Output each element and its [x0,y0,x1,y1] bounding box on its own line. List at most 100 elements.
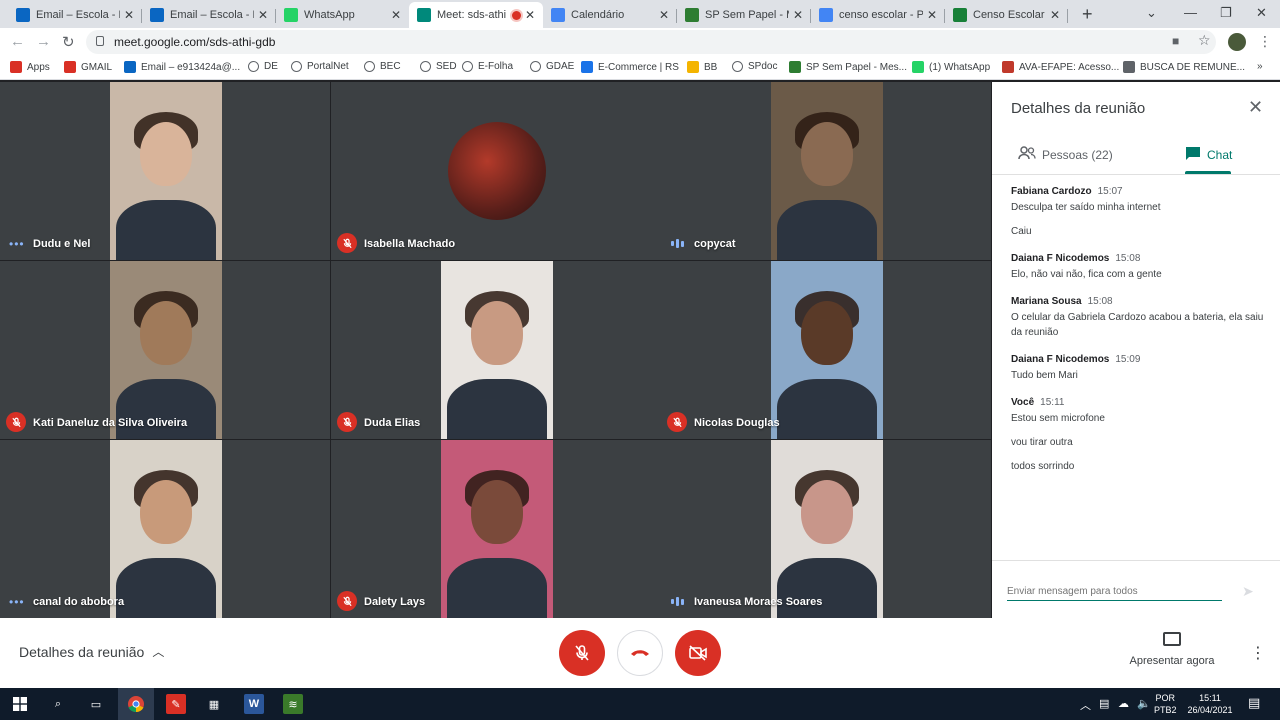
bookmark-item[interactable]: Email – e913424a@... [124,61,240,73]
close-tab-icon[interactable]: ✕ [793,8,803,22]
bookmark-item[interactable]: DE [248,61,278,72]
wifi-icon[interactable]: ☁ [1118,697,1129,710]
bookmark-item[interactable]: AVA-EFAPE: Acesso... [1002,61,1119,73]
close-tab-icon[interactable]: ✕ [659,8,669,22]
bookmark-item[interactable]: SP Sem Papel - Mes... [789,61,907,73]
participant-tile[interactable]: ••• canal do abobora [0,440,330,618]
present-now-button[interactable]: Apresentar agora [1125,632,1219,667]
bookmark-item[interactable]: SPdoc [732,61,777,72]
browser-tab[interactable]: Email – Escola - Elia ✕ [142,2,276,28]
bookmark-label: SPdoc [748,61,778,72]
bookmark-item[interactable]: Apps [10,61,50,73]
close-tab-icon[interactable]: ✕ [258,8,268,22]
bookmark-item[interactable]: BEC [364,61,401,72]
participant-tile[interactable]: Isabella Machado [331,82,661,260]
apps-grid-icon [10,61,22,73]
bookmark-item[interactable]: BB [687,61,717,73]
chrome-taskbar-icon[interactable] [118,688,154,720]
message-text: Elo, não vai não, fica com a gente [1011,269,1162,280]
bookmark-item[interactable]: GDAE [530,61,574,72]
bookmark-item[interactable]: (1) WhatsApp [912,61,990,73]
bookmark-item[interactable]: E-Folha [462,61,513,72]
browser-tab[interactable]: Calendário ✕ [543,2,677,28]
participant-tile[interactable]: ••• Dudu e Nel [0,82,330,260]
search-icon[interactable]: ⌕ [48,694,68,714]
close-window-button[interactable]: ✕ [1256,5,1267,21]
tab-strip: + ⌄ — ❐ ✕ Email – Escola - Elia✕Email – … [0,0,1280,28]
bookmark-item[interactable]: GMAIL [64,61,112,73]
maximize-button[interactable]: ❐ [1220,5,1232,21]
chat-messages: Fabiana Cardozo 15:07 Desculpa ter saído m… [1011,186,1266,488]
calculator-icon[interactable]: ▦ [204,694,224,714]
bookmark-item[interactable]: E-Commerce | RS [581,61,679,73]
meeting-details-button[interactable]: Detalhes da reunião ︿ [19,643,164,660]
bookmark-item[interactable]: BUSCA DE REMUNE... [1123,61,1245,73]
participant-body [116,558,216,618]
participant-tile[interactable]: Kati Daneluz da Silva Oliveira [0,261,330,439]
chat-input[interactable] [1007,583,1222,601]
keyboard-language[interactable]: POR PTB2 [1154,692,1177,716]
bookmark-item[interactable]: SED [420,61,457,72]
task-view-icon[interactable]: ▭ [86,694,106,714]
browser-tab[interactable]: Email – Escola - Elia ✕ [8,2,142,28]
participant-tile[interactable]: Dalety Lays [331,440,661,618]
participant-face [801,122,853,186]
browser-tab[interactable]: censo escolar - Pes ✕ [811,2,945,28]
network-icon[interactable]: ▤ [1099,697,1109,710]
back-button[interactable]: ← [10,33,25,50]
participant-tile[interactable]: copycat [661,82,991,260]
microphone-toggle-button[interactable] [559,630,605,676]
new-tab-button[interactable]: + [1082,4,1093,25]
participant-name: Kati Daneluz da Silva Oliveira [33,417,188,429]
clock-date: 26/04/2021 [1187,705,1233,715]
close-tab-icon[interactable]: ✕ [124,8,134,22]
browser-menu-icon[interactable]: ⋮ [1258,33,1272,50]
minimize-button[interactable]: — [1184,5,1197,20]
profile-avatar[interactable] [1228,33,1246,51]
windows-taskbar: ⌕ ▭ ✎ ▦ W ≋ ︿ ▤ ☁ 🔈 POR PTB2 15:11 26/04… [0,688,1280,720]
tab-chat[interactable]: Chat [1185,146,1232,164]
bookmark-item[interactable]: PortalNet [291,61,349,72]
clock[interactable]: 15:11 26/04/2021 [1184,692,1236,716]
participant-video [771,82,883,260]
star-icon[interactable]: ☆ [1198,32,1211,49]
address-bar[interactable]: meet.google.com/sds-athi-gdb [86,30,1216,54]
tab-people[interactable]: Pessoas (22) [1018,146,1113,163]
message-author: Você [1011,397,1035,408]
camera-toggle-button[interactable] [675,630,721,676]
close-panel-icon[interactable]: ✕ [1248,97,1263,118]
participant-face [140,480,192,544]
green-app-icon[interactable]: ≋ [283,694,303,714]
tab-search-icon[interactable]: ⌄ [1146,5,1157,21]
video-grid: ••• Dudu e Nel Isabella Machado copycat Kati… [0,82,992,618]
pdf-app-icon[interactable]: ✎ [166,694,186,714]
more-bookmarks-button[interactable]: » [1257,61,1263,72]
browser-tab[interactable]: WhatsApp ✕ [276,2,409,28]
volume-icon[interactable]: 🔈 [1137,697,1151,710]
close-tab-icon[interactable]: ✕ [525,8,535,22]
browser-tab[interactable]: SP Sem Papel - Me ✕ [677,2,811,28]
word-icon[interactable]: W [244,694,264,714]
send-icon[interactable]: ➤ [1242,583,1254,600]
forward-button[interactable]: → [36,33,51,50]
tray-chevron-icon[interactable]: ︿ [1080,697,1091,713]
windows-start-icon[interactable] [10,694,30,714]
participant-tile[interactable]: Ivaneusa Moraes Soares [661,440,991,618]
participant-name: copycat [694,238,736,250]
present-screen-icon [1163,632,1181,646]
camera-icon[interactable]: ■ [1172,34,1179,48]
close-tab-icon[interactable]: ✕ [1050,8,1060,22]
browser-tab[interactable]: Censo Escolar - INE ✕ [945,2,1068,28]
participant-tile[interactable]: Duda Elias [331,261,661,439]
close-tab-icon[interactable]: ✕ [927,8,937,22]
notifications-icon[interactable]: ▤ [1248,695,1260,711]
browser-tab[interactable]: Meet: sds-athi ✕ [409,2,543,28]
message-header: Daiana F Nicodemos 15:08 [1011,253,1266,264]
more-options-icon[interactable]: ⋮ [1250,643,1266,663]
participant-tile[interactable]: Nicolas Douglas [661,261,991,439]
meet-icon [417,8,431,22]
close-tab-icon[interactable]: ✕ [391,8,401,22]
meeting-details-panel: Detalhes da reunião ✕ Pessoas (22) Chat … [992,82,1280,618]
reload-button[interactable]: ↻ [62,33,75,51]
leave-call-button[interactable] [617,630,663,676]
